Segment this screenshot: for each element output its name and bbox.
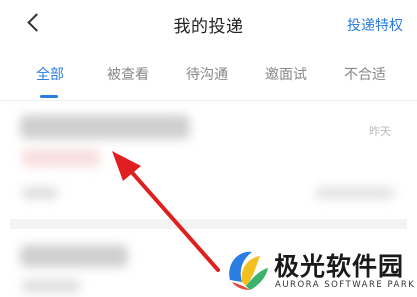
blurred-location — [315, 187, 395, 199]
application-card[interactable]: 昨天 — [0, 101, 417, 219]
watermark-name: 极光软件园 — [274, 252, 405, 281]
watermark-subtitle: AURORA SOFTWARE PARK — [275, 280, 416, 290]
aurora-logo-icon — [229, 251, 268, 290]
tab-pending-contact[interactable]: 待沟通 — [186, 64, 228, 84]
tab-unsuitable[interactable]: 不合适 — [344, 64, 386, 84]
application-time: 昨天 — [369, 125, 391, 138]
watermark: 极光软件园 AURORA SOFTWARE PARK — [222, 244, 417, 297]
tab-viewed[interactable]: 被查看 — [107, 64, 149, 84]
blurred-company — [22, 187, 58, 199]
active-tab-indicator — [40, 95, 58, 98]
tab-interview-invited[interactable]: 邀面试 — [265, 64, 307, 84]
blurred-salary — [22, 149, 100, 167]
blurred-job-title — [20, 245, 128, 267]
top-nav-bar: 我的投递 投递特权 — [0, 0, 417, 48]
blurred-salary — [22, 279, 80, 293]
delivery-privilege-link[interactable]: 投递特权 — [347, 15, 403, 35]
blurred-job-title — [20, 115, 190, 139]
tab-bar: 全部 被查看 待沟通 邀面试 不合适 — [0, 58, 417, 94]
tab-all[interactable]: 全部 — [36, 64, 64, 84]
card-separator — [10, 219, 407, 229]
